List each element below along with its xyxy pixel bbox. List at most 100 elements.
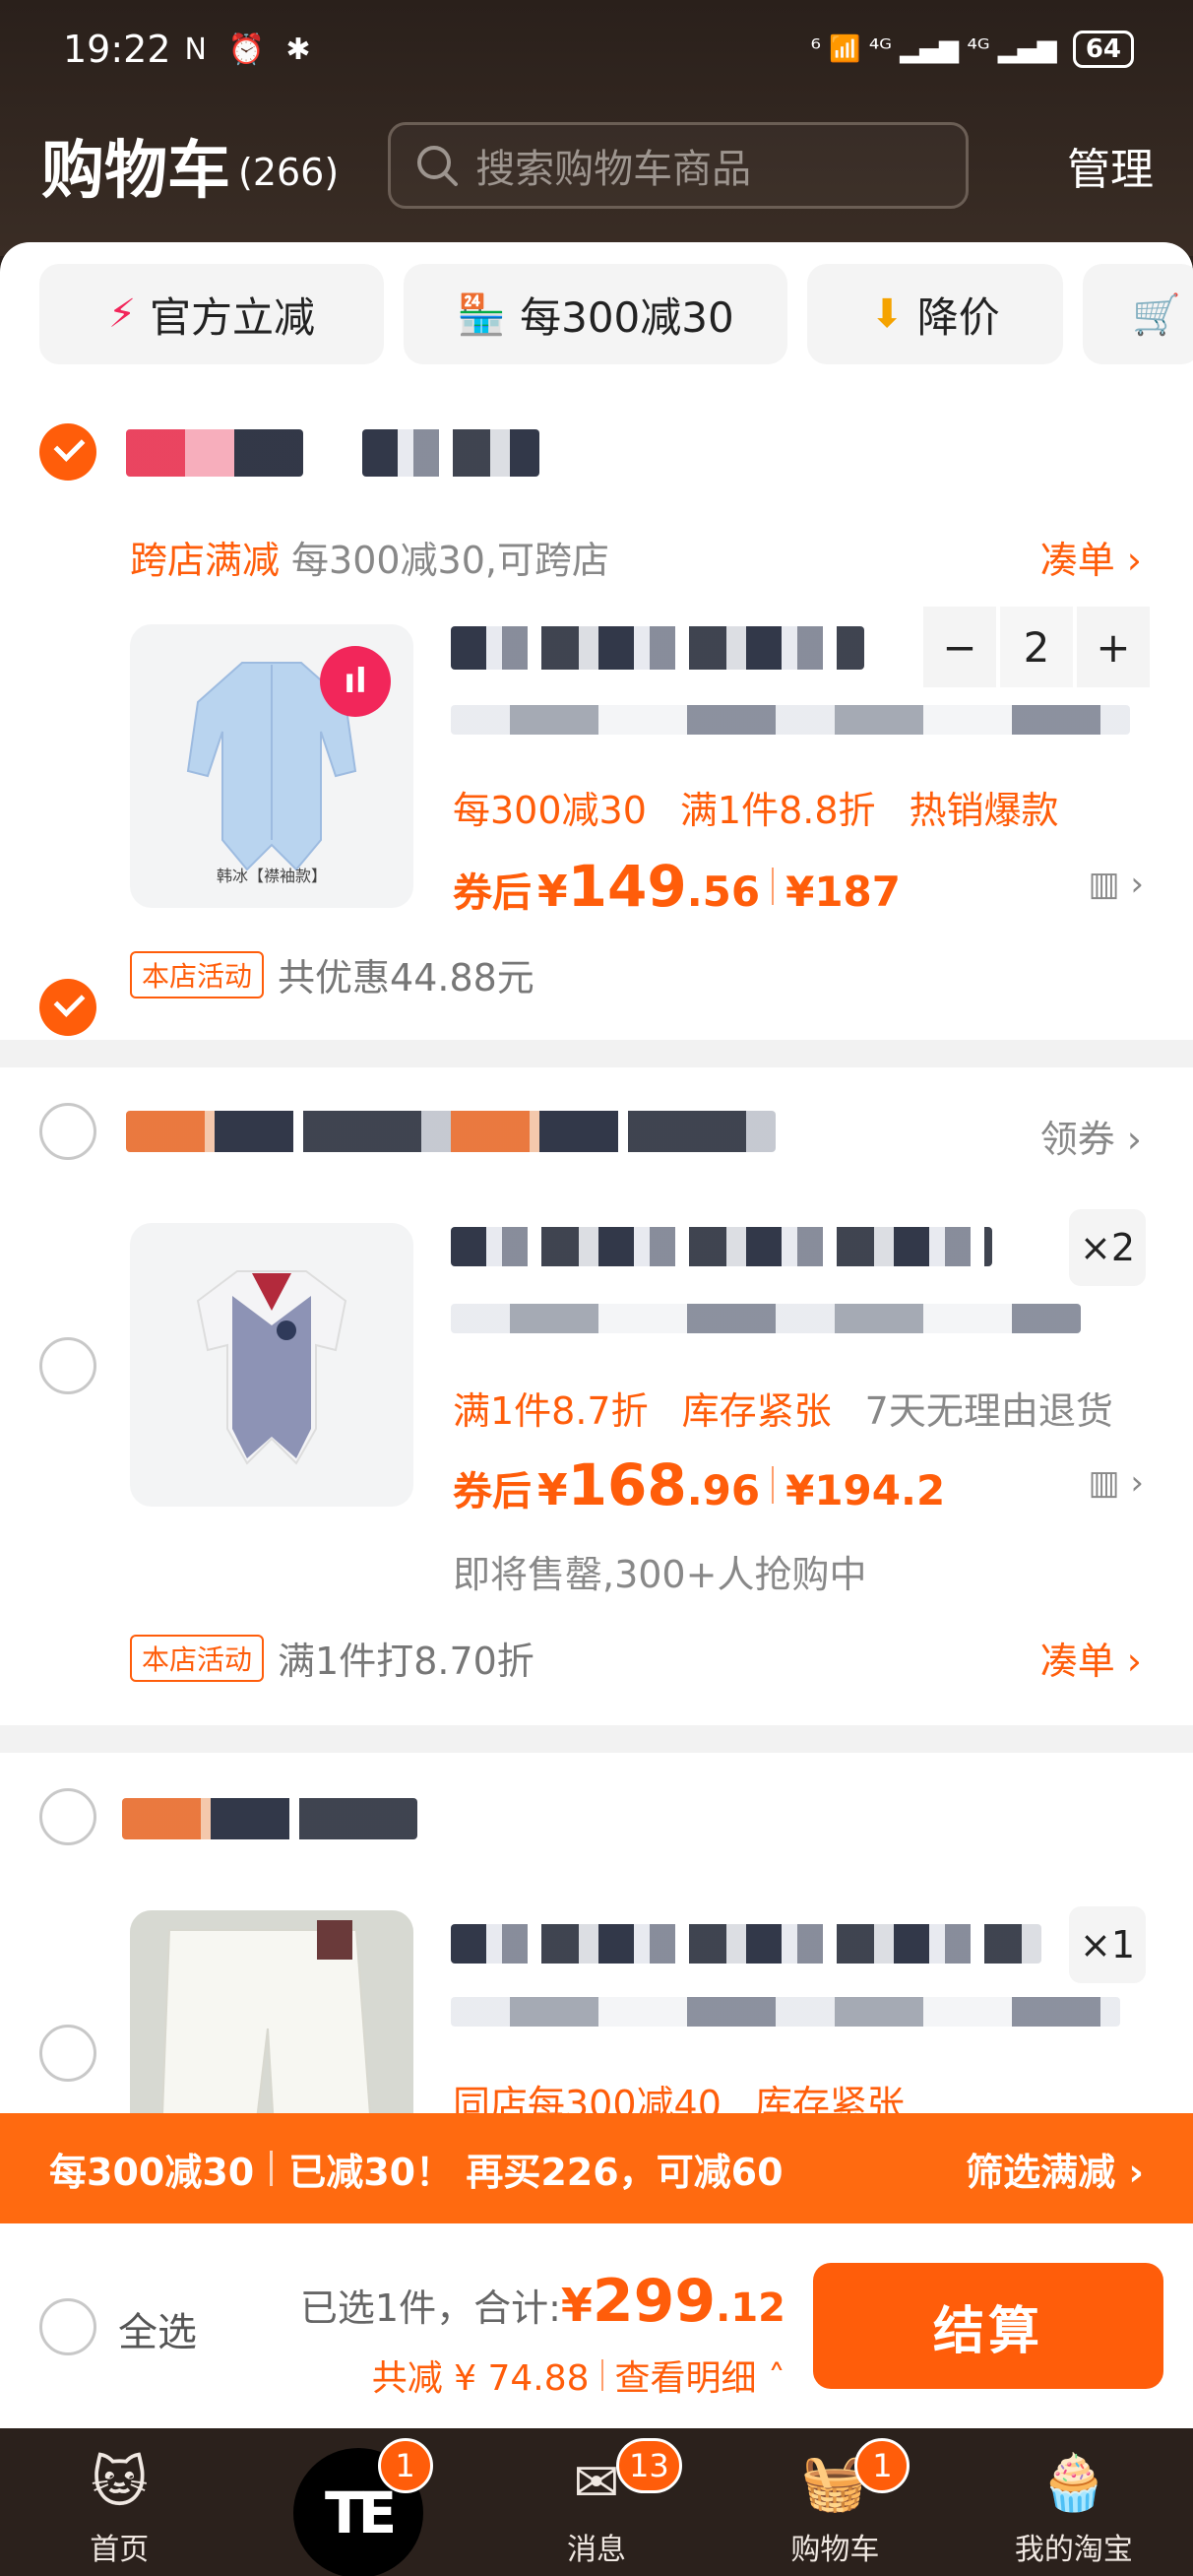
tab-messages[interactable]: ✉ 13 消息 xyxy=(477,2428,716,2576)
tag: 满1件8.7折 xyxy=(453,1389,649,1433)
search-input[interactable]: 搜索购物车商品 xyxy=(388,122,970,209)
price-separator xyxy=(772,868,775,905)
shop1-activity: 本店活动 共优惠44.88元 xyxy=(130,947,534,1001)
price-label: 券后 xyxy=(453,1469,532,1514)
activity-badge: 本店活动 xyxy=(130,950,265,998)
status-icons: N ⏰ ✱ xyxy=(184,32,317,67)
chip-more[interactable]: 🛒 xyxy=(1083,264,1193,364)
price-decimal: .56 xyxy=(686,868,761,916)
tab-my-taobao[interactable]: 🧁 我的淘宝 xyxy=(955,2428,1193,2576)
shop1-name[interactable] xyxy=(126,429,303,477)
tab-badge: 13 xyxy=(616,2438,682,2493)
shop-icon: 🏪 xyxy=(457,291,507,338)
search-placeholder: 搜索购物车商品 xyxy=(475,147,752,192)
chart-badge-icon[interactable]: ıl xyxy=(320,646,391,717)
item1-price: 券后 ¥ 149 .56 ¥187 xyxy=(453,853,901,920)
item2-tags: 满1件8.7折 库存紧张 7天无理由退货 xyxy=(453,1381,1113,1435)
chip-300-minus-30[interactable]: 🏪 每300减30 xyxy=(404,264,787,364)
tab-home[interactable]: 🐱 首页 xyxy=(0,2428,238,2576)
status-bar: 19:22 N ⏰ ✱ ⁶ 📶 ⁴ᴳ ▂▄▆ ⁴ᴳ ▂▄▆ 64 xyxy=(63,22,1134,77)
item3-title[interactable] xyxy=(451,1924,1041,1964)
shop1-promo: 跨店满减 每300减30,可跨店 xyxy=(130,530,609,584)
page-title: 购物车 xyxy=(41,135,230,208)
price-integer: 168 xyxy=(567,1451,687,1518)
shop1-add-items-link[interactable]: 凑单 › xyxy=(1040,530,1142,584)
tab-badge: 1 xyxy=(854,2438,910,2493)
view-details-link[interactable]: 查看明细 ˄ xyxy=(615,2350,785,2401)
item2-thumbnail[interactable] xyxy=(130,1223,413,1507)
chip-label: 官方立减 xyxy=(150,292,316,342)
chip-label: 降价 xyxy=(916,292,1000,342)
total-integer: 299 xyxy=(592,2267,717,2336)
filter-discount-link[interactable]: 筛选满减 › xyxy=(966,2142,1144,2196)
quantity-stepper: − 2 + xyxy=(923,607,1150,687)
shop3-name[interactable] xyxy=(122,1798,417,1839)
battery-icon: 64 xyxy=(1072,31,1134,68)
shop3-checkbox[interactable] xyxy=(39,1788,96,1845)
tag: 7天无理由退货 xyxy=(864,1389,1113,1433)
hello-kitty-icon: 🐱 xyxy=(91,2450,149,2515)
minus-button[interactable]: − xyxy=(923,607,996,687)
cart-content: ⚡ 官方立减 🏪 每300减30 ⬇ 降价 🛒 跨店满减 每300减30,可跨店 … xyxy=(0,242,1193,2428)
savings-separator xyxy=(600,2359,603,2391)
tab-label: 消息 xyxy=(567,2533,627,2567)
shop1-checkbox[interactable] xyxy=(39,423,96,481)
price-trend-icon[interactable]: ▥ › xyxy=(1088,1463,1144,1503)
shop2-coupon-link[interactable]: 领券 › xyxy=(1040,1109,1142,1163)
item1-title[interactable] xyxy=(451,626,864,670)
banner-progress: 已减30！ 再买226，可减60 xyxy=(288,2150,784,2194)
manage-button[interactable]: 管理 xyxy=(1067,134,1154,197)
shop2-name[interactable] xyxy=(126,1111,776,1152)
promotion-banner[interactable]: 每300减30 已减30！ 再买226，可减60 筛选满减 › xyxy=(0,2113,1193,2223)
price-label: 券后 xyxy=(453,870,532,916)
lightning-icon: ⚡ xyxy=(107,291,137,337)
item1-sku[interactable] xyxy=(451,705,1130,735)
chip-price-drop[interactable]: ⬇ 降价 xyxy=(807,264,1063,364)
select-all-label[interactable]: 全选 xyxy=(118,2300,197,2357)
item3-checkbox[interactable] xyxy=(39,2025,96,2082)
item2-sku[interactable] xyxy=(451,1304,1081,1333)
promo-label: 跨店满减 xyxy=(130,539,281,582)
tag: 热销爆款 xyxy=(909,789,1059,832)
bottom-tab-bar: 🐱 首页 ΤΕ 1 ✉ 13 消息 🧺 1 购物车 🧁 我的淘宝 xyxy=(0,2428,1193,2576)
plus-button[interactable]: + xyxy=(1077,607,1150,687)
item2-title[interactable] xyxy=(451,1227,992,1266)
item2-quantity[interactable]: ×2 xyxy=(1069,1209,1146,1286)
savings-line: 共减 ¥ 74.88 查看明细 ˄ xyxy=(372,2350,785,2401)
price-decimal: .96 xyxy=(686,1466,761,1514)
item2-price: 券后 ¥ 168 .96 ¥194.2 xyxy=(453,1451,945,1518)
total-saved: 共减 ¥ 74.88 xyxy=(371,2358,590,2399)
price-trend-icon[interactable]: ▥ › xyxy=(1088,865,1144,904)
activity-badge: 本店活动 xyxy=(130,1634,265,1682)
divider xyxy=(0,1725,1193,1753)
total-price: ¥299.12 xyxy=(560,2267,785,2336)
activity-text: 满1件打8.70折 xyxy=(278,1640,534,1683)
quantity-value[interactable]: 2 xyxy=(1000,607,1073,687)
tag: 每300减30 xyxy=(453,789,647,832)
item3-quantity[interactable]: ×1 xyxy=(1069,1906,1146,1983)
shop2-add-items-link[interactable]: 凑单 › xyxy=(1040,1631,1142,1685)
item2-stock-note: 即将售罄,300+人抢购中 xyxy=(453,1553,867,1596)
thumb-caption: 韩冰【襟袖款】 xyxy=(216,867,327,885)
original-price: ¥194.2 xyxy=(785,1466,946,1514)
checkout-button[interactable]: 结算 xyxy=(813,2263,1163,2389)
divider xyxy=(0,1040,1193,1067)
network-icons: ⁶ 📶 ⁴ᴳ ▂▄▆ ⁴ᴳ ▂▄▆ xyxy=(810,34,1057,64)
romper-image xyxy=(196,1270,347,1465)
select-all-checkbox[interactable] xyxy=(39,2298,96,2355)
banner-deal: 每300减30 xyxy=(49,2150,255,2194)
tag: 满1件8.8折 xyxy=(679,789,876,832)
tab-label: 首页 xyxy=(90,2533,150,2567)
chip-official-discount[interactable]: ⚡ 官方立减 xyxy=(39,264,384,364)
shop2-checkbox[interactable] xyxy=(39,1103,96,1160)
tab-cart[interactable]: 🧺 1 购物车 xyxy=(716,2428,954,2576)
item1-checkbox[interactable] xyxy=(39,979,96,1036)
item3-sku[interactable] xyxy=(451,1997,1120,2027)
item2-checkbox[interactable] xyxy=(39,1337,96,1394)
yen-symbol: ¥ xyxy=(537,1465,568,1515)
chip-label: 每300减30 xyxy=(520,292,734,342)
banner-separator xyxy=(270,2151,274,2186)
tab-center[interactable]: ΤΕ 1 xyxy=(238,2428,476,2576)
cart-icon: 🛒 xyxy=(1132,291,1181,338)
price-separator xyxy=(772,1466,775,1504)
